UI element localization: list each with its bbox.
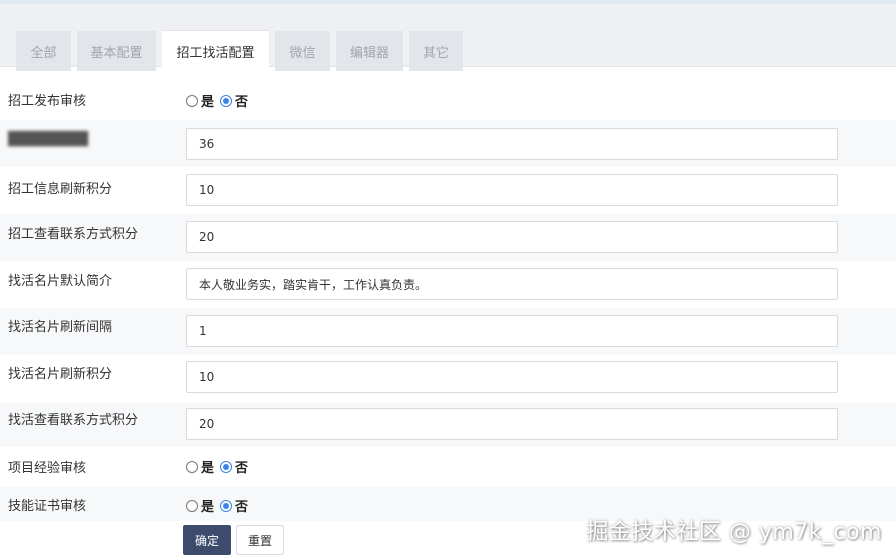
radio-yes-label: 是 [201,95,215,110]
card-refresh-points-input[interactable] [186,361,838,393]
recruit-publish-review-label: 招工发布审核 [8,94,87,109]
tab-wechat[interactable]: 微信 [275,31,330,71]
row-recruit-view-contact-points: 招工查看联系方式积分 [0,214,896,261]
blurred-input[interactable] [186,128,838,160]
recruit-view-contact-points-input[interactable] [186,221,838,253]
radio-yes-label: 是 [201,500,215,515]
card-refresh-interval-label: 找活名片刷新间隔 [8,320,113,335]
tab-bar: 全部 基本配置 招工找活配置 微信 编辑器 其它 [0,4,896,72]
radio-no-label: 否 [235,500,249,515]
tab-all[interactable]: 全部 [16,31,71,71]
row-card-default-intro: 找活名片默认简介 [0,261,896,308]
radio-no[interactable] [220,460,233,473]
blurred-label: ████████ [8,132,88,147]
card-refresh-interval-input[interactable] [186,315,838,347]
row-blurred: ████████ [0,120,896,167]
project-experience-review-radios: 是 否 [186,457,251,476]
card-default-intro-input[interactable] [186,268,838,300]
row-card-view-contact-points: 找活查看联系方式积分 [0,402,896,447]
skill-cert-review-label: 技能证书审核 [8,499,87,514]
card-refresh-points-label: 找活名片刷新积分 [8,367,113,382]
radio-no-label: 否 [235,95,249,110]
row-card-refresh-interval: 找活名片刷新间隔 [0,308,896,355]
radio-yes[interactable] [186,460,198,473]
card-default-intro-label: 找活名片默认简介 [8,274,113,289]
radio-no-label: 否 [235,461,249,476]
tab-recruit-config[interactable]: 招工找活配置 [162,30,269,72]
card-view-contact-points-input[interactable] [186,408,838,440]
tab-other[interactable]: 其它 [409,31,463,71]
card-view-contact-points-label: 找活查看联系方式积分 [8,413,139,428]
recruit-refresh-points-input[interactable] [186,174,838,206]
skill-cert-review-radios: 是 否 [186,496,251,515]
row-recruit-refresh-points: 招工信息刷新积分 [0,167,896,214]
confirm-button[interactable]: 确定 [183,525,231,555]
row-recruit-publish-review: 招工发布审核 是 否 [0,73,896,120]
recruit-view-contact-points-label: 招工查看联系方式积分 [8,227,139,242]
reset-button[interactable]: 重置 [236,525,284,555]
tab-editor[interactable]: 编辑器 [336,31,403,71]
row-project-experience-review: 项目经验审核 是 否 [0,447,896,487]
project-experience-review-label: 项目经验审核 [8,461,87,476]
radio-yes[interactable] [186,499,198,512]
recruit-refresh-points-label: 招工信息刷新积分 [8,182,113,197]
watermark: 掘金技术社区 @ ym7k_com [586,520,882,545]
recruit-publish-review-radios: 是 否 [186,91,251,110]
radio-no[interactable] [220,499,233,512]
radio-no[interactable] [220,94,233,107]
tab-basic-config[interactable]: 基本配置 [77,31,156,71]
radio-yes[interactable] [186,94,198,107]
row-card-refresh-points: 找活名片刷新积分 [0,355,896,402]
radio-yes-label: 是 [201,461,215,476]
